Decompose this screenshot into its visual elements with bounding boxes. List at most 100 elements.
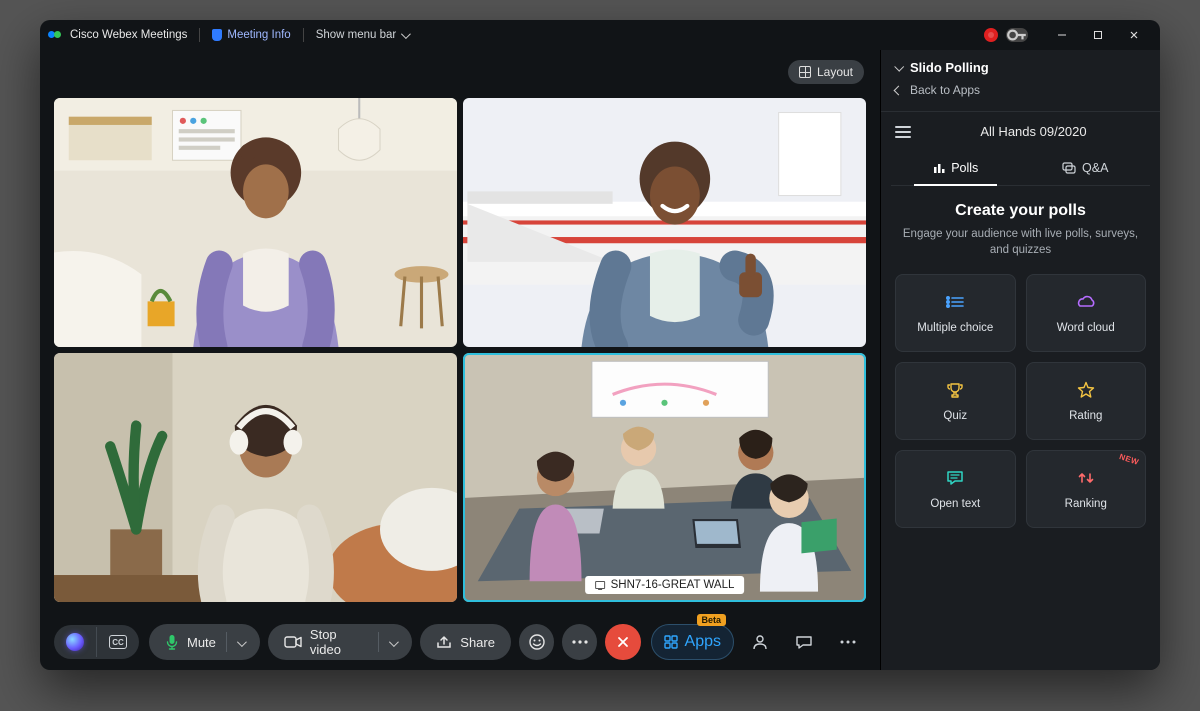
mute-button[interactable]: Mute <box>149 624 260 660</box>
chevron-down-icon <box>389 637 399 647</box>
shield-icon <box>212 29 222 41</box>
word-cloud-icon <box>1076 292 1096 312</box>
reactions-button[interactable] <box>519 624 554 660</box>
mute-options-button[interactable] <box>227 635 254 650</box>
tab-polls-label: Polls <box>951 161 978 175</box>
qa-icon <box>1062 162 1076 174</box>
hamburger-menu-button[interactable] <box>895 126 911 138</box>
poll-type-quiz[interactable]: Quiz <box>895 362 1016 440</box>
video-tile-1[interactable] <box>54 98 457 347</box>
meeting-info-button[interactable]: Meeting Info <box>212 29 290 41</box>
participant-video-3 <box>54 353 457 602</box>
layout-button[interactable]: Layout <box>788 60 864 84</box>
stop-video-button[interactable]: Stop video <box>268 624 412 660</box>
more-options-button[interactable] <box>562 624 597 660</box>
tab-polls[interactable]: Polls <box>891 151 1021 185</box>
ranking-icon <box>1076 468 1096 488</box>
tab-qa-label: Q&A <box>1082 161 1108 175</box>
quiz-trophy-icon <box>945 380 965 400</box>
close-icon <box>616 635 630 649</box>
create-heading: Create your polls <box>895 202 1146 220</box>
closed-captions-button[interactable]: CC <box>96 627 139 657</box>
active-speaker-name: SHN7-16-GREAT WALL <box>611 579 735 591</box>
create-sub: Engage your audience with live polls, su… <box>895 226 1146 258</box>
active-speaker-label: SHN7-16-GREAT WALL <box>585 576 745 594</box>
tab-qa[interactable]: Q&A <box>1021 151 1151 185</box>
back-to-apps-button[interactable]: Back to Apps <box>895 83 1146 97</box>
recording-indicator-icon[interactable] <box>984 28 998 42</box>
titlebar-right <box>984 23 1152 47</box>
microphone-icon <box>165 634 179 650</box>
app-brand: Cisco Webex Meetings <box>48 29 187 41</box>
poll-type-label: Rating <box>1069 410 1102 422</box>
stop-video-label: Stop video <box>310 627 368 657</box>
poll-type-grid: Multiple choice Word cloud Quiz <box>895 274 1146 528</box>
close-window-button[interactable] <box>1116 23 1152 47</box>
layout-label: Layout <box>817 65 853 79</box>
rating-star-icon <box>1076 380 1096 400</box>
show-menu-button[interactable]: Show menu bar <box>316 29 409 41</box>
lock-indicator[interactable] <box>1006 28 1028 42</box>
poll-type-ranking[interactable]: NEW Ranking <box>1026 450 1147 528</box>
chat-button[interactable] <box>786 624 822 660</box>
session-row: All Hands 09/2020 <box>881 111 1160 145</box>
video-grid: SHN7-16-GREAT WALL <box>54 98 866 602</box>
poll-type-label: Ranking <box>1065 498 1107 510</box>
assistant-orb-icon <box>66 633 84 651</box>
chevron-left-icon <box>894 85 904 95</box>
mute-label: Mute <box>187 635 216 650</box>
separator <box>199 28 200 42</box>
panel-body: Create your polls Engage your audience w… <box>881 186 1160 538</box>
participants-icon <box>751 634 769 650</box>
center-controls: Mute Stop video <box>149 624 641 660</box>
apps-grid-icon <box>664 635 678 649</box>
apps-button[interactable]: Apps <box>651 624 734 660</box>
open-text-icon <box>945 468 965 488</box>
poll-type-rating[interactable]: Rating <box>1026 362 1147 440</box>
meeting-info-label: Meeting Info <box>227 29 290 41</box>
participants-button[interactable] <box>742 624 778 660</box>
apps-label: Apps <box>685 633 721 651</box>
titlebar: Cisco Webex Meetings Meeting Info Show m… <box>40 20 1160 50</box>
poll-type-multiple-choice[interactable]: Multiple choice <box>895 274 1016 352</box>
poll-type-label: Word cloud <box>1057 322 1115 334</box>
video-tile-3[interactable] <box>54 353 457 602</box>
share-label: Share <box>460 635 495 650</box>
share-button[interactable]: Share <box>420 624 511 660</box>
minimize-button[interactable] <box>1044 23 1080 47</box>
cc-icon: CC <box>109 635 127 649</box>
chat-icon <box>795 634 813 650</box>
panel-more-button[interactable] <box>830 624 866 660</box>
poll-type-word-cloud[interactable]: Word cloud <box>1026 274 1147 352</box>
assistant-button[interactable] <box>54 625 96 659</box>
left-controls: CC <box>54 625 139 659</box>
window-controls <box>1044 23 1152 47</box>
poll-type-open-text[interactable]: Open text <box>895 450 1016 528</box>
video-tile-4-active-speaker[interactable]: SHN7-16-GREAT WALL <box>463 353 866 602</box>
video-tile-2[interactable] <box>463 98 866 347</box>
chevron-down-icon <box>237 637 247 647</box>
main-area: Layout <box>40 50 880 670</box>
meeting-controls: CC Mute <box>40 614 880 670</box>
end-meeting-button[interactable] <box>605 624 640 660</box>
titlebar-left: Cisco Webex Meetings Meeting Info Show m… <box>48 28 408 42</box>
video-stage: Layout <box>40 50 880 614</box>
polls-icon <box>933 162 945 174</box>
webex-logo-icon <box>48 29 64 41</box>
poll-type-label: Open text <box>930 498 980 510</box>
new-badge: NEW <box>1118 452 1140 467</box>
video-options-button[interactable] <box>379 635 406 650</box>
side-panel: Slido Polling Back to Apps All Hands 09/… <box>880 50 1160 670</box>
separator <box>303 28 304 42</box>
app-title: Cisco Webex Meetings <box>70 29 187 41</box>
poll-type-label: Quiz <box>943 410 967 422</box>
grid-icon <box>799 66 811 78</box>
show-menu-label: Show menu bar <box>316 29 397 41</box>
chevron-down-icon <box>401 29 411 39</box>
chevron-down-icon <box>894 62 904 72</box>
session-name: All Hands 09/2020 <box>921 124 1146 139</box>
assistant-cc-group: CC <box>54 625 139 659</box>
panel-header: Slido Polling Back to Apps <box>881 50 1160 103</box>
panel-title-row[interactable]: Slido Polling <box>895 60 1146 75</box>
maximize-button[interactable] <box>1080 23 1116 47</box>
